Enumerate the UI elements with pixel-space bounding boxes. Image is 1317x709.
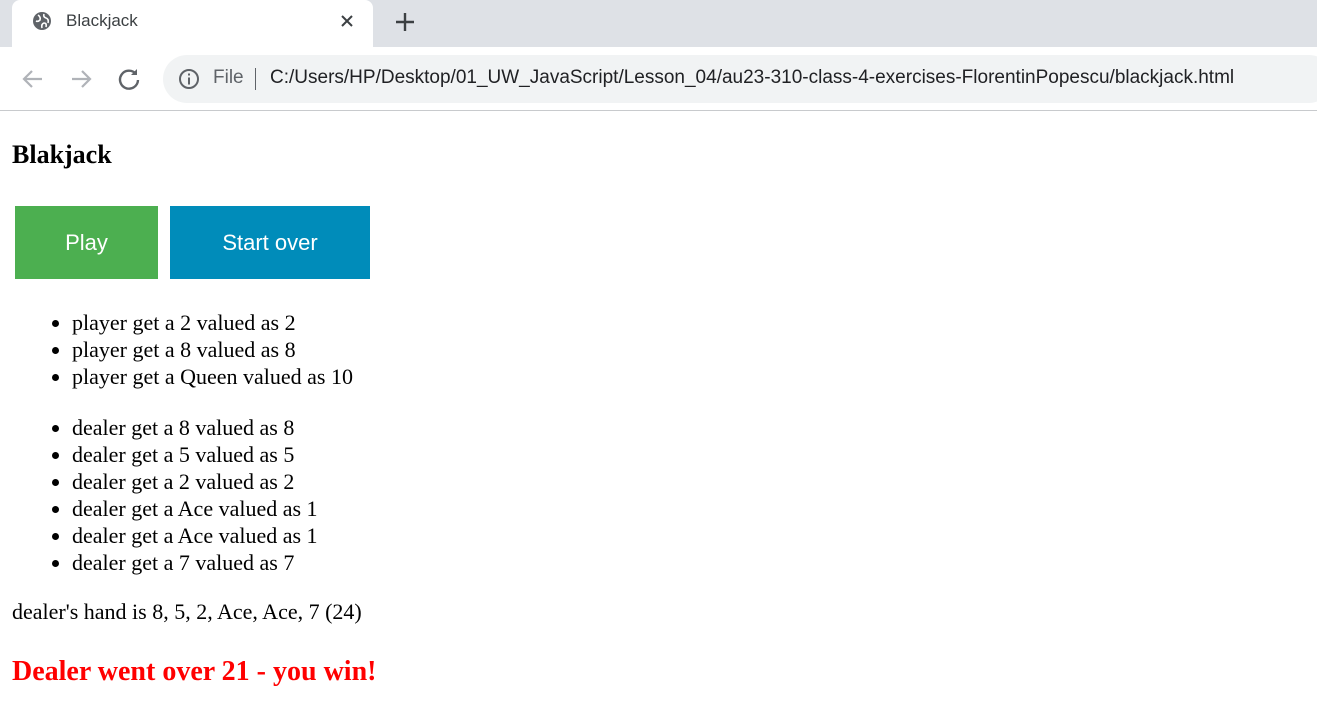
browser-tab[interactable]: Blackjack (12, 0, 373, 47)
globe-icon (33, 12, 51, 30)
url-text[interactable]: C:/Users/HP/Desktop/01_UW_JavaScript/Les… (270, 67, 1234, 89)
start-over-button[interactable]: Start over (170, 206, 370, 279)
page-title: Blakjack (12, 140, 112, 169)
play-button[interactable]: Play (15, 206, 158, 279)
player-card-list: player get a 2 valued as 2 player get a … (12, 309, 353, 390)
browser-toolbar: File C:/Users/HP/Desktop/01_UW_JavaScrip… (0, 47, 1317, 111)
dealer-hand-summary: dealer's hand is 8, 5, 2, Ace, Ace, 7 (2… (12, 599, 362, 624)
close-icon[interactable] (339, 13, 355, 29)
tab-strip: Blackjack (0, 0, 1317, 47)
dealer-card-item: dealer get a 5 valued as 5 (72, 441, 318, 468)
info-icon[interactable] (178, 68, 200, 90)
plus-icon[interactable] (393, 10, 417, 34)
tab-title: Blackjack (66, 11, 138, 30)
scheme-label: File (213, 67, 244, 88)
address-bar[interactable]: File C:/Users/HP/Desktop/01_UW_JavaScrip… (163, 55, 1317, 103)
dealer-card-item: dealer get a Ace valued as 1 (72, 522, 318, 549)
address-separator (255, 68, 256, 90)
player-card-item: player get a 2 valued as 2 (72, 309, 353, 336)
dealer-card-item: dealer get a 2 valued as 2 (72, 468, 318, 495)
reload-icon[interactable] (116, 66, 142, 92)
dealer-card-item: dealer get a 7 valued as 7 (72, 549, 318, 576)
player-card-item: player get a 8 valued as 8 (72, 336, 353, 363)
dealer-card-list: dealer get a 8 valued as 8 dealer get a … (12, 414, 318, 576)
dealer-card-item: dealer get a Ace valued as 1 (72, 495, 318, 522)
player-card-item: player get a Queen valued as 10 (72, 363, 353, 390)
forward-arrow-icon[interactable] (68, 66, 94, 92)
game-result: Dealer went over 21 - you win! (12, 656, 377, 687)
dealer-card-item: dealer get a 8 valued as 8 (72, 414, 318, 441)
back-arrow-icon[interactable] (20, 66, 46, 92)
